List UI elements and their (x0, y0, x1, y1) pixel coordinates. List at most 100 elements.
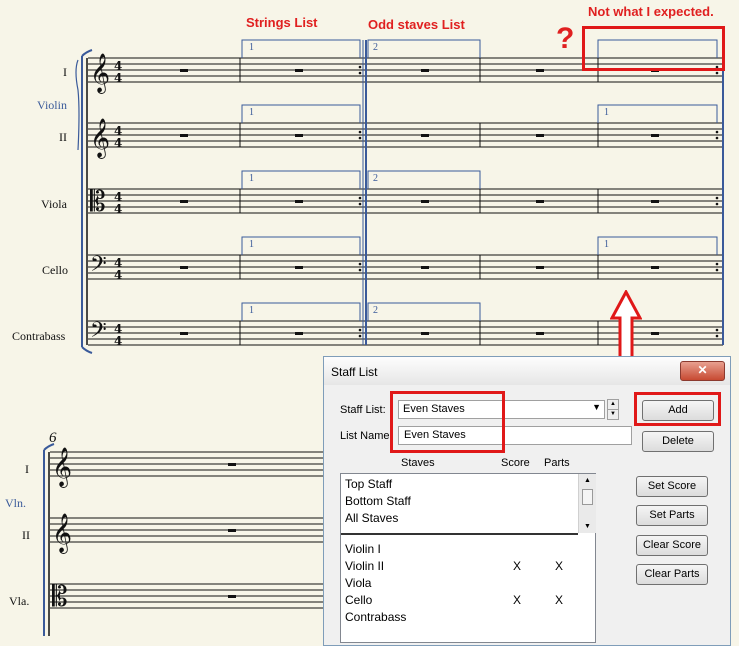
repeat-dot (358, 202, 362, 206)
delete-button[interactable]: Delete (642, 431, 714, 452)
staff-row-name[interactable]: Cello (345, 593, 372, 607)
spin-up-icon[interactable]: ▲ (607, 399, 619, 410)
whole-rest (180, 200, 188, 203)
odd-staves-list-annotation: Odd staves List (368, 17, 465, 32)
alto-clef-icon: 𝄡 (52, 580, 68, 613)
staves-list[interactable]: Top Staff Bottom Staff All Staves ▲ ▼ Vi… (340, 473, 596, 643)
ending-bracket (241, 104, 361, 123)
list-item-all-staves[interactable]: All Staves (345, 511, 398, 525)
repeat-dot (358, 268, 362, 272)
whole-rest (421, 69, 429, 72)
column-header-score: Score (501, 457, 530, 469)
measure-number: 6 (49, 430, 57, 446)
bass-clef-icon: 𝄢 (90, 252, 107, 282)
chevron-down-icon: ▼ (592, 402, 601, 412)
time-signature-bottom: 4 (114, 202, 122, 216)
repeat-dot (358, 65, 362, 69)
time-signature-bottom: 4 (114, 136, 122, 150)
whole-rest (228, 529, 236, 532)
instrument-group-violin: Violin (37, 98, 67, 112)
dialog-title-bar[interactable]: Staff List ✕ (324, 357, 730, 385)
strings-list-annotation: Strings List (246, 15, 318, 30)
repeat-dot (715, 196, 719, 200)
ending-label: 1 (249, 239, 254, 250)
time-signature-bottom: 4 (114, 71, 122, 85)
ending-label: 1 (604, 239, 609, 250)
whole-rest (536, 332, 544, 335)
treble-clef-icon: 𝄞 (90, 118, 110, 159)
staff-row-name[interactable]: Violin I (345, 542, 381, 556)
staff-list-highlight (390, 391, 505, 453)
time-signature-bottom: 4 (114, 334, 122, 348)
ending-label: 1 (249, 107, 254, 118)
whole-rest (295, 266, 303, 269)
whole-rest (180, 134, 188, 137)
whole-rest (536, 134, 544, 137)
staff-row-score-mark[interactable]: X (513, 559, 521, 573)
ending-bracket (367, 39, 481, 58)
scroll-thumb[interactable] (582, 489, 593, 505)
violin-brace (75, 59, 80, 151)
set-parts-button[interactable]: Set Parts (636, 505, 708, 526)
instrument-label-violin-ii: II (22, 528, 30, 542)
instrument-label-cello: Cello (42, 263, 68, 277)
staff-list-spinner[interactable]: ▲ ▼ (607, 399, 619, 420)
treble-clef-icon: 𝄞 (52, 447, 72, 488)
staff-row-name[interactable]: Violin II (345, 559, 384, 573)
time-signature-bottom: 4 (114, 268, 122, 282)
dialog-title: Staff List (331, 365, 378, 379)
repeat-dot (358, 334, 362, 338)
staff-row-parts-mark[interactable]: X (555, 559, 563, 573)
whole-rest (228, 595, 236, 598)
scroll-down-icon[interactable]: ▼ (579, 520, 596, 533)
instrument-label-violin-ii: II (59, 130, 67, 144)
not-expected-highlight (582, 26, 725, 71)
ending-label: 1 (249, 42, 254, 53)
list-name-label: List Name: (340, 430, 393, 442)
clear-parts-button[interactable]: Clear Parts (636, 564, 708, 585)
list-item-top-staff[interactable]: Top Staff (345, 477, 392, 491)
question-mark-annotation: ? (556, 22, 575, 55)
staff-row-name[interactable]: Viola (345, 576, 371, 590)
repeat-dot (358, 262, 362, 266)
spin-down-icon[interactable]: ▼ (607, 410, 619, 420)
close-button[interactable]: ✕ (680, 361, 725, 381)
list-divider (341, 533, 578, 535)
repeat-dot (715, 71, 719, 75)
instrument-label-violin-i: I (25, 462, 29, 476)
whole-rest (651, 134, 659, 137)
repeat-dot (358, 328, 362, 332)
add-button-highlight (634, 392, 721, 426)
repeat-dot (358, 71, 362, 75)
repeat-dot (715, 136, 719, 140)
instrument-label-viola: Vla. (9, 594, 30, 608)
list-scrollbar[interactable]: ▲ ▼ (578, 474, 596, 533)
list-item-bottom-staff[interactable]: Bottom Staff (345, 494, 411, 508)
repeat-dot (715, 262, 719, 266)
scroll-up-icon[interactable]: ▲ (579, 474, 596, 487)
repeat-dot (715, 334, 719, 338)
whole-rest (536, 69, 544, 72)
staff-row-score-mark[interactable]: X (513, 593, 521, 607)
ending-label: 2 (373, 173, 378, 184)
ending-label: 1 (249, 305, 254, 316)
whole-rest (295, 134, 303, 137)
instrument-label-contrabass: Contrabass (12, 329, 66, 343)
whole-rest (421, 200, 429, 203)
set-score-button[interactable]: Set Score (636, 476, 708, 497)
instrument-group-violin: Vln. (5, 496, 26, 510)
whole-rest (180, 332, 188, 335)
whole-rest (295, 332, 303, 335)
staff-row-parts-mark[interactable]: X (555, 593, 563, 607)
repeat-dot (358, 130, 362, 134)
whole-rest (421, 266, 429, 269)
ending-label: 1 (604, 107, 609, 118)
whole-rest (651, 332, 659, 335)
ending-bracket (241, 302, 361, 321)
whole-rest (651, 266, 659, 269)
ending-bracket (241, 39, 361, 58)
treble-clef-icon: 𝄞 (90, 53, 110, 94)
staff-row-name[interactable]: Contrabass (345, 610, 406, 624)
clear-score-button[interactable]: Clear Score (636, 535, 708, 556)
staff-list-dialog: Staff List ✕ Staff List: Even Staves ▼ ▲… (323, 356, 731, 646)
